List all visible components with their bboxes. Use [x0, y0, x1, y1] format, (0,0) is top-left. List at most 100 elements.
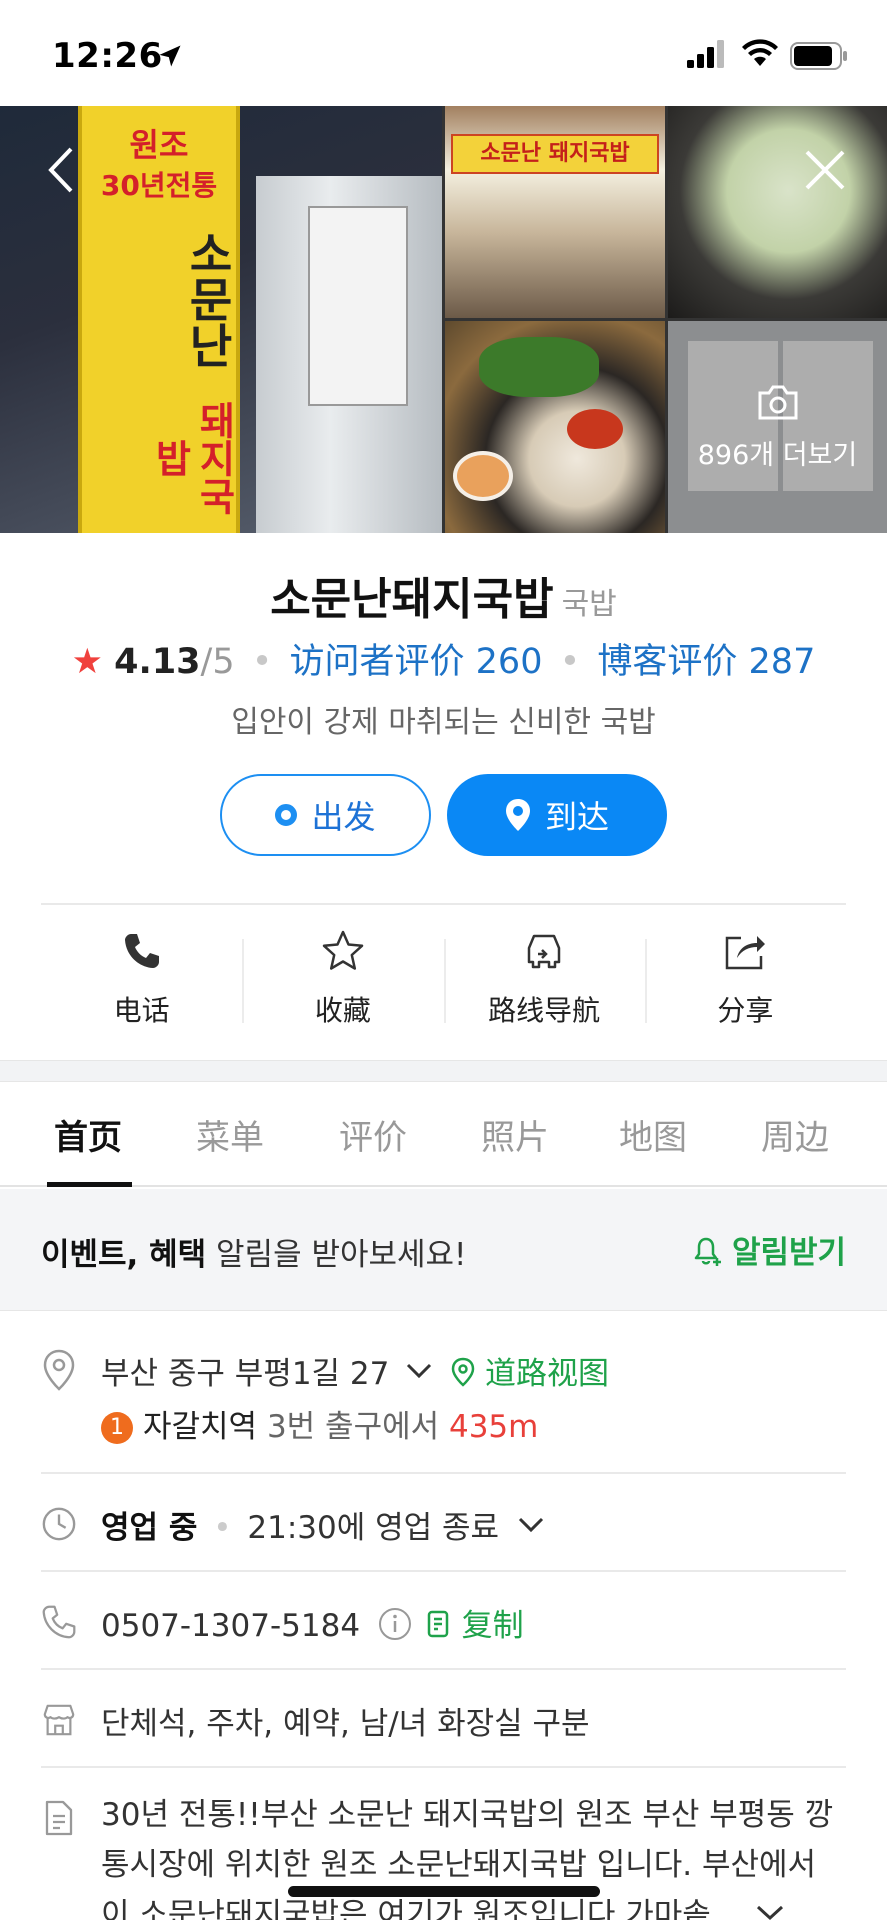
subway-line: 1 자갈치역 3번 출구에서 435m [101, 1401, 538, 1446]
notification-message: 이벤트, 혜택 알림을 받아보세요! [41, 1229, 466, 1274]
share-label: 分享 [717, 994, 774, 1027]
phone-icon [124, 934, 159, 968]
wifi-icon [742, 39, 778, 66]
place-header: 소문난돼지국밥 국밥 [0, 563, 887, 627]
location-pin-icon [43, 1349, 75, 1391]
separator-dot: • [559, 642, 581, 682]
subscribe-button[interactable]: 알림받기 [690, 1227, 846, 1272]
arrive-label: 到达 [544, 798, 609, 836]
subway-line-badge: 1 [101, 1411, 133, 1444]
chevron-down-icon[interactable] [405, 1362, 433, 1380]
subway-station: 자갈치역 [143, 1409, 258, 1445]
origin-dot-icon [275, 804, 298, 826]
separator-dot: • [251, 642, 273, 682]
more-photos-label: 896개 더보기 [697, 440, 858, 471]
address-text[interactable]: 부산 중구 부평1길 27 [101, 1356, 389, 1392]
signal-icon [687, 40, 724, 68]
tab-photos[interactable]: 照片 [481, 1110, 549, 1159]
banner-text-1: 원조 [129, 126, 189, 164]
description-line-1: 30년 전통!!부산 소문난 돼지국밥의 원조 부산 부평동 깡 [101, 1797, 834, 1833]
divider [41, 1668, 846, 1670]
banner-text-3: 소문난 [181, 230, 235, 368]
amenities-row: 단체석, 주차, 예약, 남/녀 화장실 구분 [41, 1698, 846, 1748]
tab-reviews[interactable]: 评价 [339, 1110, 407, 1159]
soup-photo-2[interactable] [445, 321, 665, 533]
phone-outline-icon [42, 1605, 76, 1639]
bell-plus-icon [694, 1237, 721, 1266]
hours-detail: 21:30에 영업 종료 [247, 1510, 500, 1546]
home-indicator[interactable] [288, 1886, 600, 1897]
hours-line: 영업 중 • 21:30에 영업 종료 [101, 1502, 545, 1547]
place-category: 국밥 [561, 587, 617, 622]
street-view-link[interactable]: 道路视图 [485, 1356, 609, 1392]
hours-status: 영업 중 [101, 1510, 198, 1546]
arrive-button[interactable]: 到达 [447, 774, 667, 856]
share-action[interactable]: 分享 [644, 925, 846, 1035]
store-icon [43, 1704, 75, 1736]
chevron-left-icon [48, 147, 73, 193]
star-icon: ★ [71, 642, 104, 682]
action-bar: 电话 收藏 路线导航 分享 [41, 925, 846, 1035]
call-label: 电话 [113, 994, 170, 1027]
clock-icon [42, 1507, 76, 1541]
photo-banner: 원조 30년전통 소문난 돼지국밥 [78, 106, 240, 533]
chevron-down-icon[interactable] [517, 1516, 545, 1534]
place-name: 소문난돼지국밥 [270, 574, 554, 625]
photo-fridge [256, 176, 442, 533]
shop-sign: 소문난 돼지국밥 [451, 134, 659, 174]
navigate-action[interactable]: 路线导航 [443, 925, 645, 1035]
address-row: 부산 중구 부평1길 27 道路视图 1 자갈치역 3번 출구에서 435m [41, 1348, 846, 1448]
map-pin-icon [505, 799, 530, 831]
car-icon [527, 934, 561, 969]
description-line-2: 통시장에 위치한 원조 소문난돼지국밥 입니다. 부산에서 [101, 1847, 817, 1883]
tab-map[interactable]: 地图 [619, 1110, 687, 1159]
save-action[interactable]: 收藏 [242, 925, 443, 1035]
subway-distance: 435m [448, 1409, 539, 1445]
tab-nearby[interactable]: 周边 [761, 1110, 829, 1159]
document-icon [45, 1800, 73, 1836]
close-button[interactable] [795, 140, 855, 200]
shop-photo[interactable]: 소문난 돼지국밥 [445, 106, 665, 318]
rating-row: ★ 4.13/5 • 访问者评价 260 • 博客评价 287 [0, 633, 887, 684]
amenities-text: 단체석, 주차, 예약, 남/녀 화장실 구분 [101, 1706, 590, 1742]
location-arrow-icon [159, 45, 181, 67]
more-photos-tile[interactable]: 896개 더보기 [668, 321, 887, 533]
place-tagline: 입안이 강제 마취되는 신비한 국밥 [231, 705, 656, 740]
description-text[interactable]: 30년 전통!!부산 소문난 돼지국밥의 원조 부산 부평동 깡 통시장에 위치… [101, 1790, 841, 1920]
divider [41, 903, 846, 905]
camera-icon [758, 385, 798, 420]
banner-text-4: 돼지국밥 [148, 401, 236, 515]
call-action[interactable]: 电话 [41, 925, 242, 1035]
photo-gallery[interactable]: 원조 30년전통 소문난 돼지국밥 소문난 돼지국밥 896개 더보기 [0, 106, 887, 533]
tab-bar: 首页 菜单 评价 照片 地图 周边 [0, 1082, 887, 1187]
battery-icon [790, 42, 847, 70]
banner-text-2: 30년전통 [100, 169, 218, 202]
star-outline-icon [322, 930, 364, 970]
section-separator [0, 1060, 887, 1082]
status-time: 12:26 [52, 36, 163, 76]
status-bar: 12:26 [0, 0, 887, 106]
subway-exit: 3번 출구에서 [257, 1409, 449, 1445]
back-button[interactable] [30, 140, 90, 200]
tab-menu[interactable]: 菜单 [196, 1110, 264, 1159]
navigate-label: 路线导航 [488, 994, 601, 1027]
info-icon[interactable] [378, 1607, 412, 1641]
divider [41, 1570, 846, 1572]
rating-score: 4.13 [114, 642, 201, 682]
blog-reviews-link[interactable]: 博客评价 287 [597, 642, 815, 682]
visitor-reviews-link[interactable]: 访问者评价 260 [290, 642, 543, 682]
depart-button[interactable]: 出发 [220, 774, 431, 856]
save-label: 收藏 [314, 994, 371, 1027]
copy-button[interactable]: 复制 [462, 1608, 524, 1644]
tab-home[interactable]: 首页 [54, 1110, 122, 1159]
notification-text: 알림을 받아보세요! [206, 1237, 467, 1273]
hours-row[interactable]: 영업 중 • 21:30에 영업 종료 [41, 1502, 846, 1552]
phone-number[interactable]: 0507-1307-5184 [101, 1608, 360, 1644]
share-icon [726, 936, 766, 970]
chevron-down-icon[interactable] [755, 1904, 785, 1920]
subscribe-label: 알림받기 [732, 1235, 847, 1271]
phone-line: 0507-1307-5184 复制 [101, 1600, 524, 1645]
notification-bold: 이벤트, 혜택 [41, 1237, 207, 1273]
rating-max: /5 [200, 642, 235, 682]
soup-photo-1[interactable] [668, 106, 887, 318]
